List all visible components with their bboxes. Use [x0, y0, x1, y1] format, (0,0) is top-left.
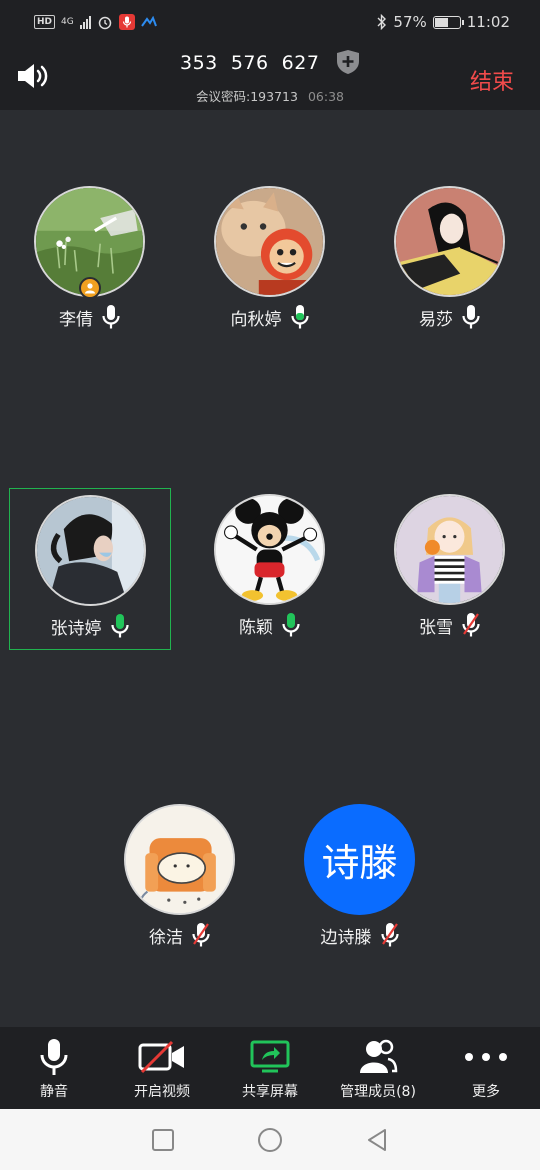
- bluetooth-icon: [377, 14, 387, 30]
- participant-tile[interactable]: 向秋婷: [189, 180, 351, 342]
- mic-speaking-icon: [282, 613, 300, 637]
- avatar: [124, 804, 235, 915]
- participant-name: 易莎: [419, 309, 453, 330]
- mute-label: 静音: [40, 1084, 68, 1100]
- meeting-toolbar: 静音 开启视频 共享屏幕 管理成员(8) 更多: [0, 1027, 540, 1109]
- participant-name-row: 陈颖: [189, 612, 351, 638]
- meeting-id[interactable]: 353 576 627: [0, 49, 540, 75]
- participant-name-row: 徐洁: [99, 922, 261, 948]
- mic-muted-icon: [192, 923, 210, 947]
- user-icon: [85, 283, 95, 294]
- mic-muted-icon: [462, 613, 480, 637]
- mic-icon: [40, 1039, 68, 1075]
- participant-tile-active[interactable]: 张诗婷: [9, 488, 171, 650]
- participant-name-row: 边诗滕: [279, 922, 441, 948]
- avatar: [35, 495, 146, 606]
- battery-percent: 57%: [393, 13, 427, 31]
- battery-icon: [432, 15, 464, 29]
- manage-members-button[interactable]: 管理成员(8): [324, 1027, 432, 1109]
- meeting-id-text: 353 576 627: [179, 52, 320, 74]
- more-dots-icon: [465, 1053, 507, 1061]
- members-label: 管理成员(8): [340, 1084, 416, 1100]
- participant-tile[interactable]: 诗滕 边诗滕: [279, 798, 441, 960]
- participant-name-row: 易莎: [369, 304, 531, 330]
- participant-name: 李倩: [59, 309, 93, 330]
- participant-tile[interactable]: 徐洁: [99, 798, 261, 960]
- video-label: 开启视频: [134, 1084, 190, 1100]
- participant-name-row: 向秋婷: [189, 304, 351, 330]
- mute-button[interactable]: 静音: [0, 1027, 108, 1109]
- status-bar: HD 4G 57% 11:02: [0, 0, 540, 44]
- participant-name: 边诗滕: [320, 927, 372, 948]
- share-screen-button[interactable]: 共享屏幕: [216, 1027, 324, 1109]
- video-off-icon: [138, 1040, 184, 1074]
- share-label: 共享屏幕: [242, 1084, 298, 1100]
- shield-plus-icon: [337, 49, 359, 74]
- participant-tile[interactable]: 李倩: [9, 180, 171, 342]
- participant-name: 徐洁: [149, 927, 183, 948]
- participant-name-row: 张雪: [369, 612, 531, 638]
- mic-speaking-icon: [110, 614, 129, 638]
- avatar: [394, 186, 505, 297]
- signal-icon: [79, 15, 91, 29]
- recording-mic-icon: [118, 14, 135, 30]
- app-notification-icon: [140, 16, 157, 27]
- hd-indicator: HD: [34, 15, 56, 29]
- meeting-info: 会议密码:193713 06:38: [0, 86, 540, 105]
- mic-icon: [102, 305, 120, 329]
- more-button[interactable]: 更多: [432, 1027, 540, 1109]
- meeting-password: 会议密码:193713: [196, 89, 298, 104]
- participant-name-row: 张诗婷: [10, 613, 170, 639]
- home-icon[interactable]: [257, 1127, 283, 1153]
- participant-name: 张雪: [419, 617, 453, 638]
- meeting-timer: 06:38: [307, 89, 344, 104]
- system-navigation-bar: [0, 1109, 540, 1170]
- participant-name: 陈颖: [239, 617, 273, 638]
- back-icon[interactable]: [365, 1128, 389, 1152]
- members-icon: [360, 1039, 398, 1073]
- end-meeting-button[interactable]: 结束: [470, 64, 514, 96]
- mic-muted-icon: [380, 923, 399, 947]
- participant-name: 向秋婷: [230, 309, 282, 330]
- host-badge: [79, 277, 101, 299]
- mic-icon: [462, 305, 480, 329]
- participant-tile[interactable]: 陈颖: [189, 488, 351, 650]
- avatar: [214, 494, 325, 605]
- more-label: 更多: [472, 1084, 500, 1100]
- clock: 11:02: [466, 13, 510, 31]
- participant-tile[interactable]: 易莎: [369, 180, 531, 342]
- alarm-icon: [98, 16, 111, 30]
- participant-name-row: 李倩: [9, 304, 171, 330]
- share-screen-icon: [250, 1040, 290, 1073]
- network-type: 4G: [61, 16, 74, 27]
- mic-speaking-icon: [290, 305, 309, 329]
- avatar: [394, 494, 505, 605]
- avatar: [214, 186, 325, 297]
- text-avatar: 诗滕: [304, 804, 415, 915]
- recents-icon[interactable]: [151, 1128, 175, 1152]
- meeting-header: 353 576 627 会议密码:193713 06:38 结束: [0, 44, 540, 110]
- participant-tile[interactable]: 张雪: [369, 488, 531, 650]
- participant-name: 张诗婷: [50, 618, 102, 639]
- start-video-button[interactable]: 开启视频: [108, 1027, 216, 1109]
